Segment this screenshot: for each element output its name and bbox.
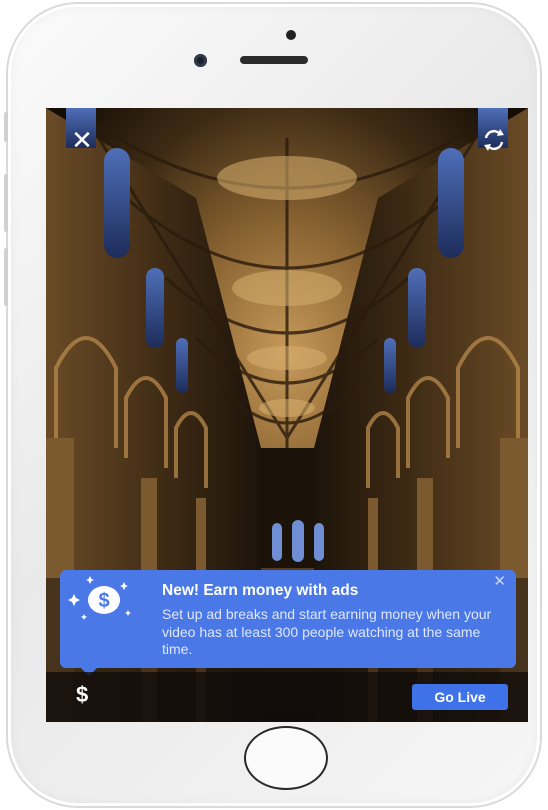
tooltip-close-icon[interactable]: ✕ <box>493 574 506 590</box>
volume-up-button <box>4 174 8 232</box>
tooltip-title: New! Earn money with ads <box>162 582 359 599</box>
front-camera <box>194 54 207 67</box>
volume-down-button <box>4 248 8 306</box>
go-live-button[interactable]: Go Live <box>412 684 508 710</box>
svg-text:$: $ <box>98 590 109 612</box>
phone-frame: ✕ ✕ $ New! Earn money with ads Set up ad… <box>4 4 540 806</box>
tooltip-body: Set up ad breaks and start earning money… <box>162 606 492 657</box>
home-button[interactable] <box>244 726 328 790</box>
camera-switch-glyph <box>484 129 504 151</box>
close-icon[interactable]: ✕ <box>68 126 96 154</box>
earpiece-speaker <box>240 56 308 64</box>
ads-promo-tooltip: ✕ $ New! Earn money with ads Set up ad b… <box>60 570 516 676</box>
monetization-button[interactable]: $ <box>76 682 88 708</box>
dollar-sparkle-icon: $ <box>68 576 131 620</box>
proximity-sensor <box>286 30 296 40</box>
camera-switch-icon[interactable] <box>480 126 508 154</box>
live-bottom-bar: $ Go Live <box>46 672 528 722</box>
mute-switch <box>4 112 8 142</box>
live-camera-screen: ✕ ✕ $ New! Earn money with ads Set up ad… <box>46 108 528 722</box>
